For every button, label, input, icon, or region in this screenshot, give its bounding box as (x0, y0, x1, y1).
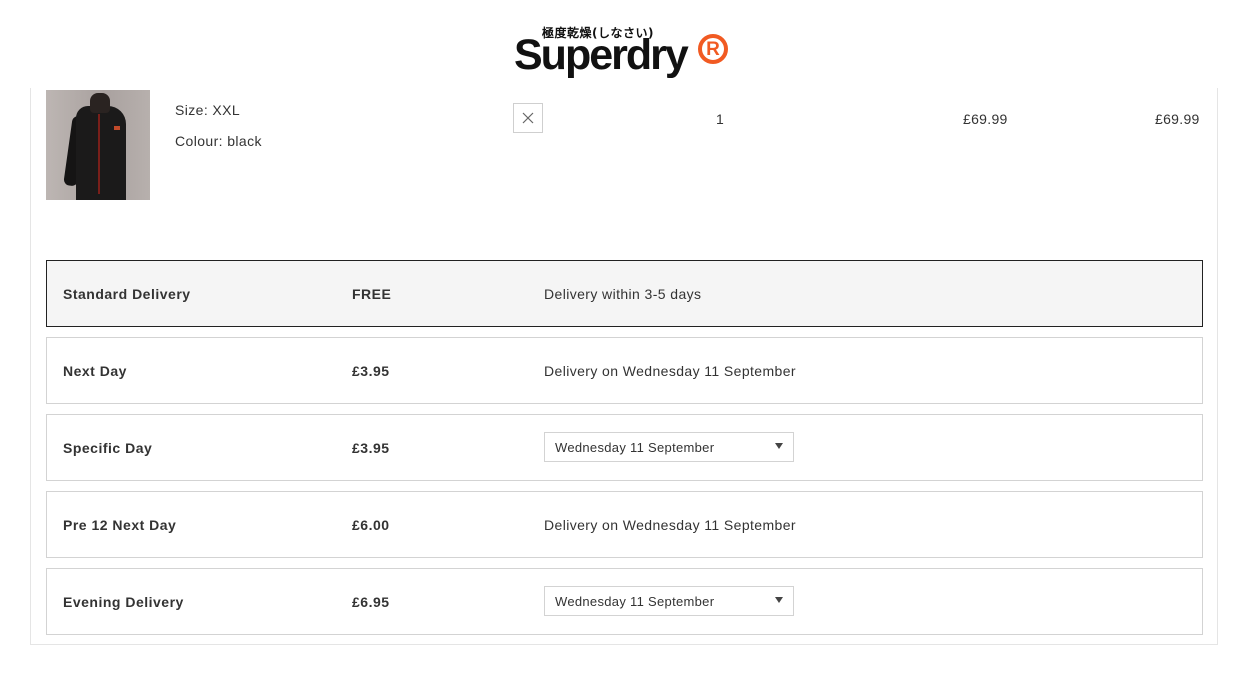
site-header: 極度乾燥(しなさい) Superdry R (0, 0, 1249, 88)
item-quantity: 1 (716, 111, 724, 127)
caret-down-icon (775, 597, 783, 603)
delivery-option-price: £6.95 (352, 594, 390, 610)
delivery-option-description: Delivery on Wednesday 11 September (544, 517, 796, 533)
select-value: Wednesday 11 September (555, 594, 715, 609)
delivery-option-price: £3.95 (352, 440, 390, 456)
delivery-option-price: FREE (352, 286, 392, 302)
delivery-option-evening[interactable]: Evening Delivery £6.95 Wednesday 11 Sept… (46, 568, 1203, 635)
close-icon (522, 112, 534, 124)
delivery-option-specific-day[interactable]: Specific Day £3.95 Wednesday 11 Septembe… (46, 414, 1203, 481)
registered-mark-icon: R (698, 34, 728, 64)
select-value: Wednesday 11 September (555, 440, 715, 455)
product-image[interactable] (46, 90, 150, 200)
delivery-option-next-day[interactable]: Next Day £3.95 Delivery on Wednesday 11 … (46, 337, 1203, 404)
caret-down-icon (775, 443, 783, 449)
delivery-option-name: Next Day (63, 363, 127, 379)
delivery-option-description: Delivery within 3-5 days (544, 286, 702, 302)
remove-item-button[interactable] (513, 103, 543, 133)
delivery-option-name: Evening Delivery (63, 594, 184, 610)
item-unit-price: £69.99 (963, 111, 1008, 127)
delivery-option-price: £6.00 (352, 517, 390, 533)
delivery-option-standard[interactable]: Standard Delivery FREE Delivery within 3… (46, 260, 1203, 327)
delivery-option-pre-12[interactable]: Pre 12 Next Day £6.00 Delivery on Wednes… (46, 491, 1203, 558)
item-size: Size: XXL (175, 102, 241, 118)
superdry-logo[interactable]: 極度乾燥(しなさい) Superdry R (514, 22, 736, 82)
delivery-option-name: Pre 12 Next Day (63, 517, 177, 533)
evening-date-select[interactable]: Wednesday 11 September (544, 586, 794, 616)
logo-wordmark: Superdry (514, 31, 689, 79)
delivery-option-description: Delivery on Wednesday 11 September (544, 363, 796, 379)
item-total-price: £69.99 (1155, 111, 1200, 127)
delivery-option-name: Standard Delivery (63, 286, 191, 302)
specific-day-date-select[interactable]: Wednesday 11 September (544, 432, 794, 462)
item-colour: Colour: black (175, 133, 262, 149)
delivery-option-name: Specific Day (63, 440, 153, 456)
delivery-option-price: £3.95 (352, 363, 390, 379)
